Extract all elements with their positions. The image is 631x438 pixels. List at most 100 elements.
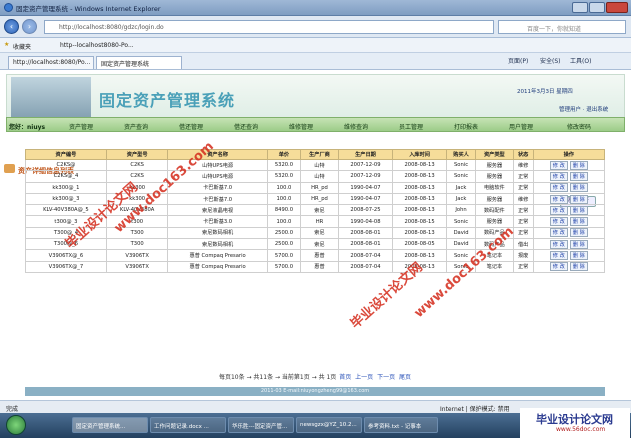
start-button[interactable]	[6, 415, 26, 435]
forward-icon[interactable]: ›	[22, 19, 37, 34]
menu-item-6[interactable]: 维修查询	[344, 122, 368, 131]
table-cell: 2500.0	[266, 238, 302, 251]
first-page-link[interactable]: 首页	[339, 374, 351, 381]
next-page-link[interactable]: 下一页	[377, 374, 395, 381]
table-cell: 正常	[512, 181, 534, 194]
table-row: T300@_4 T300 索尼数码相机 2500.0 索尼 2008-08-01 2008-…	[25, 226, 606, 240]
col-header: 单价	[266, 149, 302, 160]
delete-button[interactable]: 删 除	[569, 262, 588, 272]
edit-button[interactable]: 修 改	[549, 183, 568, 193]
site-banner: 固定资产管理系统 2011年3月3日 星期四 管理用户 · 退出系统	[6, 74, 625, 119]
table-cell: Jack	[446, 192, 476, 206]
row-actions: 修 改删 除	[532, 158, 606, 172]
row-actions: 修 改删 除	[532, 215, 606, 228]
table-cell: V3906TX@_6	[25, 249, 107, 262]
delete-button[interactable]: 删 除	[569, 205, 588, 215]
back-icon[interactable]: ‹	[4, 19, 19, 34]
edit-button[interactable]: 修 改	[549, 160, 568, 170]
edit-button[interactable]: 修 改	[549, 205, 568, 215]
table-cell: 1990-04-07	[337, 181, 394, 194]
safety-menu[interactable]: 安全(S)	[540, 56, 561, 65]
taskbar-item-5[interactable]: 参考资料.txt - 记事本	[364, 417, 438, 433]
menu-item-7[interactable]: 员工管理	[399, 122, 423, 131]
col-header: 资产类型	[474, 149, 514, 160]
table-cell: 2008-08-13	[392, 181, 448, 194]
favorites-label[interactable]: 收藏夹	[13, 42, 31, 51]
url-input[interactable]: http://localhost:8080/gdzc/login.do	[44, 20, 494, 34]
header-user-links[interactable]: 管理用户 · 退出系统	[559, 105, 608, 113]
table-cell: 1990-04-08	[337, 215, 394, 228]
table-cell: 2008-08-13	[392, 192, 448, 206]
col-header: 操作	[532, 149, 606, 160]
search-input[interactable]: 百度一下，你就知道	[498, 20, 626, 34]
delete-button[interactable]: 删 除	[569, 251, 588, 261]
ie-icon	[4, 3, 13, 12]
window-titlebar: 固定资产管理系统 - Windows Internet Explorer	[0, 0, 631, 16]
col-header: 状态	[512, 149, 534, 160]
menu-item-2[interactable]: 资产查询	[124, 122, 148, 131]
delete-button[interactable]: 删 除	[569, 194, 588, 204]
delete-button[interactable]: 删 除	[569, 217, 588, 227]
greeting: 您好：niuys	[9, 124, 46, 131]
edit-button[interactable]: 修 改	[549, 217, 568, 227]
table-cell: 维修	[512, 192, 534, 206]
col-header: 资产编号	[25, 149, 107, 160]
brand-url: www.56doc.com	[556, 426, 606, 433]
table-cell: 2008-08-15	[392, 215, 448, 228]
edit-button[interactable]: 修 改	[549, 194, 568, 204]
delete-button[interactable]: 删 除	[569, 239, 588, 249]
table-cell: 100.0	[266, 181, 302, 194]
row-actions: 修 改删 除	[532, 260, 606, 273]
url-text: http://localhost:8080/gdzc/login.do	[59, 24, 164, 31]
taskbar-item-4[interactable]: newsgzx@YZ_10.2...	[296, 417, 362, 433]
favorites-bar: ★ 收藏夹 http--localhost8080-Po...	[0, 38, 631, 53]
favorites-item[interactable]: http--localhost8080-Po...	[60, 42, 134, 49]
table-cell: 山特	[300, 170, 339, 183]
table-cell: 索尼	[300, 238, 339, 251]
maximize-button[interactable]	[589, 2, 605, 13]
edit-button[interactable]: 修 改	[549, 228, 568, 238]
close-button[interactable]	[606, 2, 628, 13]
taskbar-item-2[interactable]: 工作问题记录.docx ...	[150, 417, 226, 433]
table-cell: V3906TX	[105, 260, 169, 273]
edit-button[interactable]: 修 改	[549, 171, 568, 181]
menu-item-8[interactable]: 打印报表	[454, 122, 478, 131]
pager: 每页10条 → 共11条 → 当前第1页 → 共 1页 首页 上一页 下一页 尾…	[0, 372, 631, 381]
delete-button[interactable]: 删 除	[569, 171, 588, 181]
row-actions: 修 改删 除	[532, 181, 606, 194]
edit-button[interactable]: 修 改	[549, 251, 568, 261]
menu-item-3[interactable]: 借还管理	[179, 122, 203, 131]
edit-button[interactable]: 修 改	[549, 262, 568, 272]
menu-item-9[interactable]: 用户管理	[509, 122, 533, 131]
table-cell: 索尼液晶电视	[167, 204, 268, 217]
row-actions: 修 改删 除	[532, 170, 606, 183]
prev-page-link[interactable]: 上一页	[355, 374, 373, 381]
last-page-link[interactable]: 尾页	[399, 374, 411, 381]
table-cell: 正常	[512, 215, 534, 228]
minimize-button[interactable]	[572, 2, 588, 13]
status-left: 完成	[6, 406, 19, 413]
edit-button[interactable]: 修 改	[549, 239, 568, 249]
menu-item-1[interactable]: 资产管理	[69, 122, 93, 131]
table-cell: Sonic	[446, 158, 476, 172]
tab-1[interactable]: http://localhost:8080/Po...	[8, 56, 94, 69]
tab-2[interactable]: 固定资产管理系统	[96, 56, 182, 69]
table-cell: 2008-08-13	[392, 226, 448, 240]
delete-button[interactable]: 删 除	[569, 228, 588, 238]
menu-item-5[interactable]: 维修管理	[289, 122, 313, 131]
table-cell: 索尼数码相机	[167, 226, 268, 240]
delete-button[interactable]: 删 除	[569, 183, 588, 193]
row-actions: 修 改删 除	[532, 249, 606, 262]
table-cell: 2007-12-09	[337, 170, 394, 183]
page-menu[interactable]: 页面(P)	[508, 56, 528, 65]
table-cell: T300	[105, 238, 169, 251]
taskbar-item-1[interactable]: 固定资产管理系统...	[72, 417, 148, 433]
table-cell: 1990-04-07	[337, 192, 394, 206]
menu-item-10[interactable]: 修改密码	[567, 122, 591, 131]
delete-button[interactable]: 删 除	[569, 160, 588, 170]
tools-menu[interactable]: 工具(O)	[570, 56, 591, 65]
table-cell: 服务器	[474, 192, 514, 206]
menu-item-4[interactable]: 借还查询	[234, 122, 258, 131]
taskbar-item-3[interactable]: 华乐胜---固定资产管...	[228, 417, 294, 433]
brand-overlay: 毕业设计论文网 www.56doc.com	[520, 408, 630, 438]
